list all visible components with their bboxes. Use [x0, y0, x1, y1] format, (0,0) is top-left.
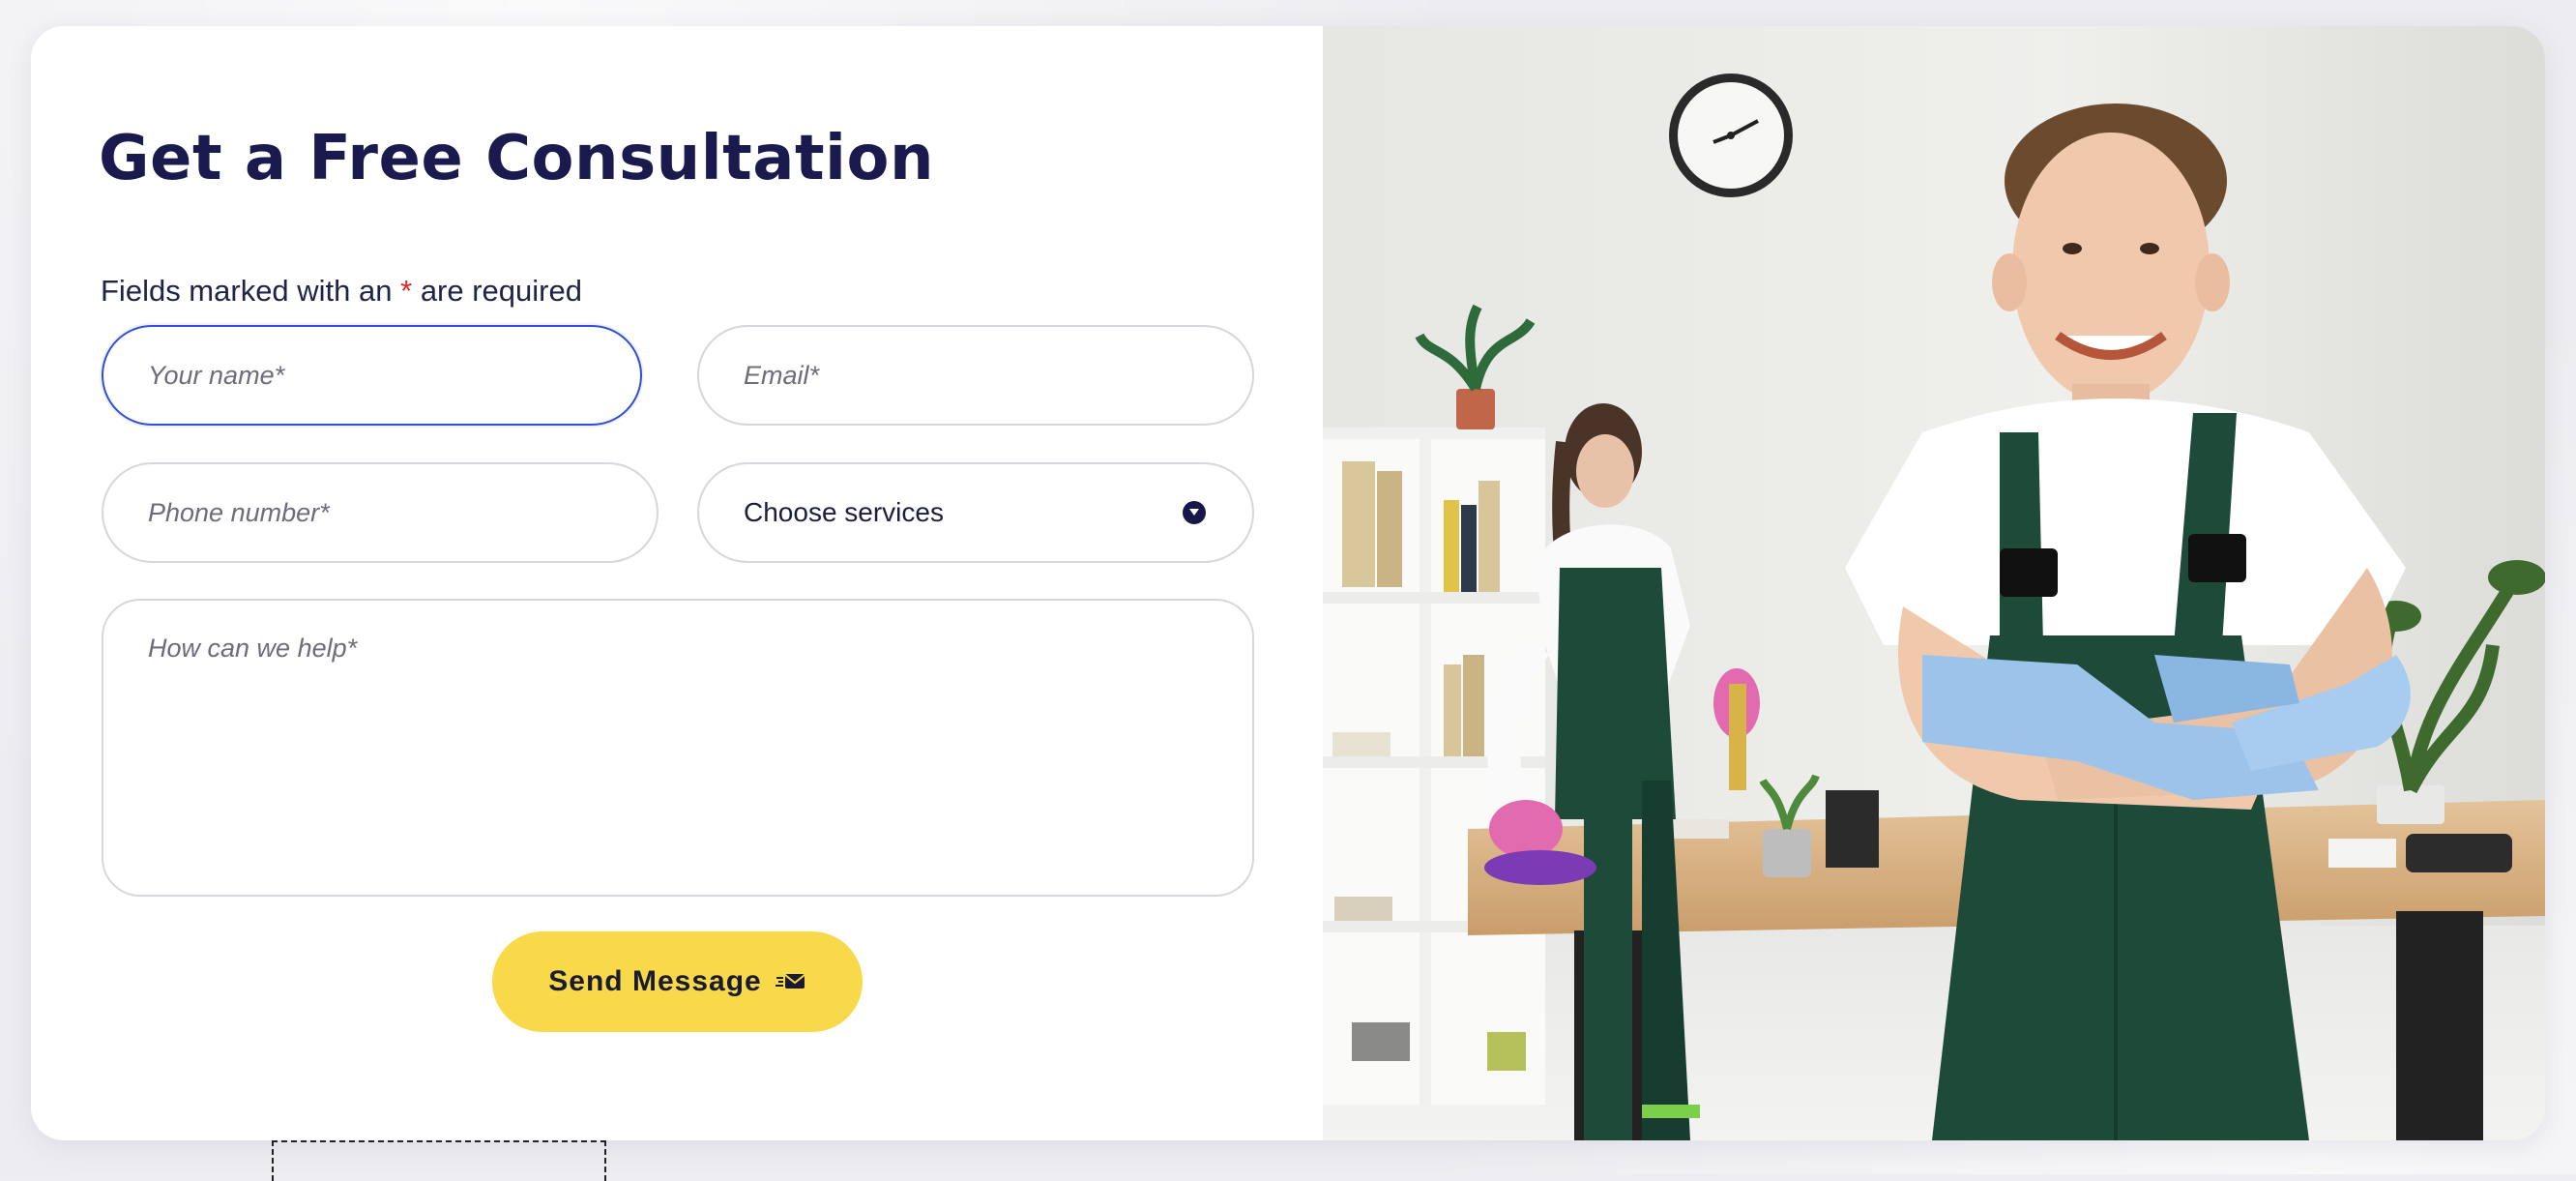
name-placeholder: Your name*	[148, 361, 284, 391]
dashed-outline	[272, 1140, 606, 1181]
phone-placeholder: Phone number*	[148, 498, 330, 528]
clock-icon	[1669, 74, 1793, 197]
required-note-prefix: Fields marked with an	[101, 274, 400, 308]
message-placeholder: How can we help*	[148, 634, 357, 663]
consultation-card: Get a Free Consultation Fields marked wi…	[31, 26, 2545, 1140]
send-message-button[interactable]: Send Message	[492, 931, 863, 1032]
message-textarea[interactable]: How can we help*	[102, 599, 1254, 897]
chevron-down-icon	[1183, 501, 1206, 524]
required-note: Fields marked with an * are required	[101, 274, 582, 309]
form-title: Get a Free Consultation	[99, 123, 934, 194]
email-input[interactable]: Email*	[697, 325, 1254, 426]
cleaning-staff-photo	[1323, 26, 2545, 1140]
required-star: *	[400, 274, 412, 308]
consultation-form: Get a Free Consultation Fields marked wi…	[31, 26, 1323, 1140]
email-placeholder: Email*	[744, 361, 819, 391]
phone-input[interactable]: Phone number*	[102, 462, 659, 563]
name-input[interactable]: Your name*	[102, 325, 642, 426]
photo-illustration	[1323, 26, 2545, 1140]
services-select-value: Choose services	[744, 497, 944, 528]
send-message-label: Send Message	[548, 965, 761, 998]
services-select[interactable]: Choose services	[697, 462, 1254, 563]
envelope-send-icon	[776, 971, 806, 992]
required-note-suffix: are required	[412, 274, 582, 308]
